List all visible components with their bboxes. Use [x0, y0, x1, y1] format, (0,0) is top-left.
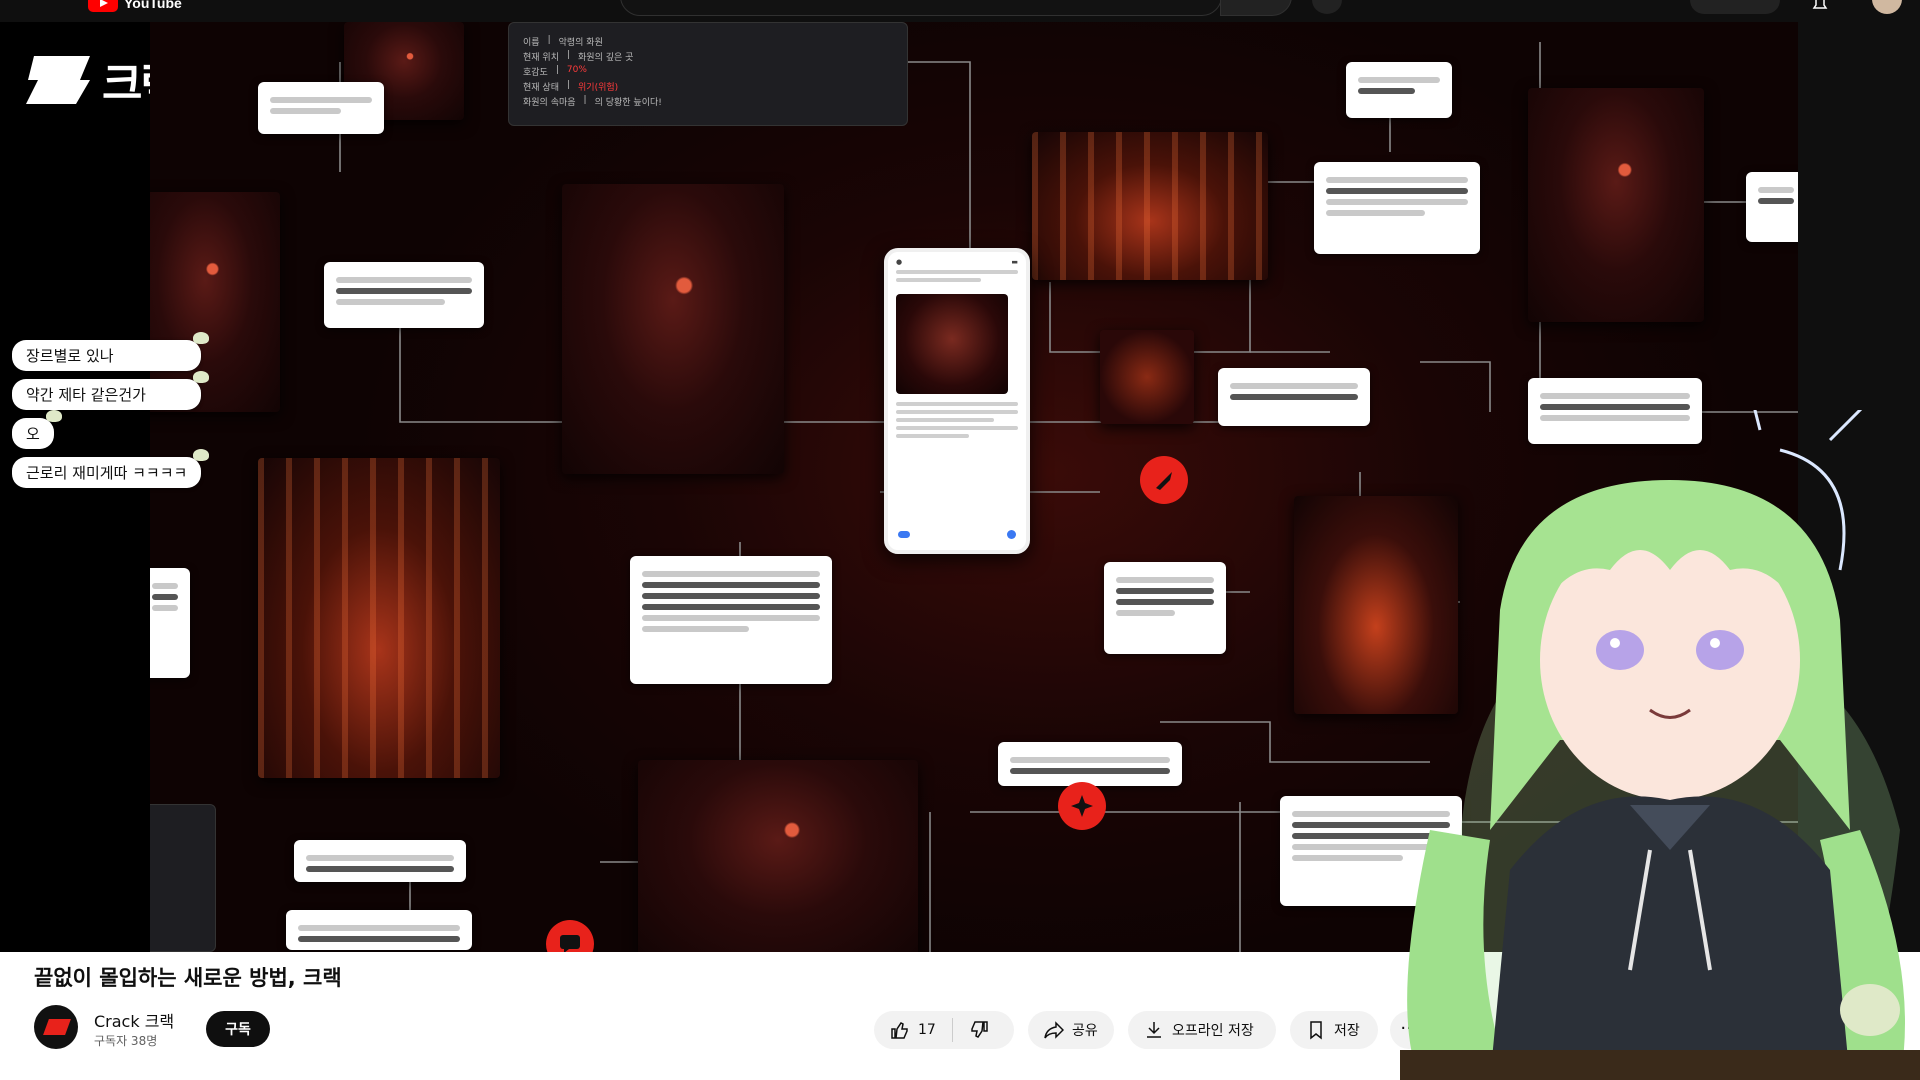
vtuber-avatar: [1400, 410, 1920, 1080]
artwork-sword: [1100, 330, 1194, 424]
frog-sticker-icon: [193, 371, 210, 383]
download-button[interactable]: 오프라인 저장: [1128, 1011, 1276, 1049]
create-button[interactable]: [1690, 0, 1780, 14]
dialogue-card: [150, 568, 190, 678]
chat-message: 근로리 재미게따 ㅋㅋㅋㅋ: [12, 449, 210, 488]
phone-chat-image: [896, 294, 1008, 394]
like-button[interactable]: 17: [874, 1011, 952, 1049]
youtube-logo-text: YouTube: [124, 0, 182, 11]
bookmark-icon: [1310, 1021, 1322, 1040]
phone-mockup: ● ▬: [884, 248, 1030, 554]
info-key: 이름: [523, 38, 540, 48]
frog-sticker-icon: [193, 449, 210, 461]
chat-message: 약간 제타 같은건가: [12, 371, 210, 410]
voice-search-button[interactable]: [1312, 0, 1342, 14]
video-title: 끝없이 몰입하는 새로운 방법, 크랙: [34, 966, 342, 990]
dialogue-card: [1218, 368, 1370, 426]
info-row: 화원의 속마음 | 의 당황한 늪이다!: [523, 95, 662, 108]
info-key: 현재 위치: [523, 53, 559, 63]
channel-name[interactable]: Crack 크랙: [94, 1008, 174, 1032]
info-key: 화원의 속마음: [523, 98, 576, 108]
artwork-demon: [638, 760, 918, 952]
save-label: 저장: [1334, 1023, 1360, 1039]
phone-status-bar: ● ▬: [896, 258, 1018, 266]
dialogue-card: [258, 82, 384, 134]
dislike-button[interactable]: [953, 1011, 1005, 1049]
dialogue-card: [294, 840, 466, 882]
artwork-demon: [1528, 88, 1704, 322]
phone-toggle: [898, 531, 910, 538]
thumbs-down-icon: [971, 1021, 988, 1038]
sword-node-icon: [1140, 456, 1188, 504]
search-input[interactable]: [620, 0, 1222, 16]
frog-sticker-icon: [45, 410, 62, 422]
youtube-logo[interactable]: YouTube: [88, 0, 182, 12]
artwork-cathedral: [1032, 132, 1268, 280]
subscribe-button[interactable]: 구독: [206, 1011, 270, 1047]
chat-message-text: 근로리 재미게따 ㅋㅋㅋㅋ: [26, 464, 188, 482]
dialogue-card: [324, 262, 484, 328]
share-button[interactable]: 공유: [1028, 1011, 1114, 1049]
dialogue-card: [1104, 562, 1226, 654]
youtube-play-icon: [88, 0, 118, 12]
sparkle-node-icon: [1058, 782, 1106, 830]
chat-overlay: 장르별로 있나 약간 제타 같은건가 오 근로리 재미게따 ㅋㅋㅋㅋ: [12, 332, 210, 488]
chat-message-text: 장르별로 있나: [26, 347, 114, 365]
download-label: 오프라인 저장: [1172, 1023, 1254, 1039]
info-value: 화원의 깊은 곳: [578, 53, 634, 63]
info-value: 위기(위험): [578, 83, 619, 93]
youtube-top-bar: YouTube: [0, 0, 1920, 22]
dialogue-card: [286, 910, 472, 950]
chat-message-text: 약간 제타 같은건가: [26, 386, 146, 404]
character-info-panel: 이름 | 악령의 화원 현재 위치 | 화원의 깊은 곳 호감도 | 70% 현재 상태 | 위…: [508, 22, 908, 126]
info-key: 호감도: [523, 68, 548, 78]
dark-note-panel: [150, 804, 216, 952]
info-row: 이름 | 악령의 화원: [523, 35, 603, 48]
share-icon: [1044, 1021, 1064, 1039]
chat-message-text: 오: [26, 425, 40, 443]
info-key: 현재 상태: [523, 83, 559, 93]
chat-message: 장르별로 있나: [12, 332, 210, 371]
subscriber-count: 구독자 38명: [94, 1034, 158, 1048]
frog-sticker-icon: [193, 332, 210, 344]
info-value: 의 당황한 늪이다!: [594, 98, 662, 108]
info-row: 현재 상태 | 위기(위험): [523, 80, 619, 93]
crack-logo-icon: [26, 56, 90, 104]
dialogue-card: [998, 742, 1182, 786]
artwork-throne-room: [258, 458, 500, 778]
channel-avatar[interactable]: [34, 1005, 78, 1049]
dialogue-card: [1314, 162, 1480, 254]
artwork-demon: [562, 184, 784, 474]
info-value: 70%: [566, 65, 587, 75]
search-button[interactable]: [1220, 0, 1292, 16]
dialogue-card: [1746, 172, 1798, 242]
phone-send-icon: [1007, 530, 1016, 539]
info-row: 호감도 | 70%: [523, 65, 587, 78]
share-label: 공유: [1072, 1023, 1098, 1039]
info-value: 악령의 화원: [558, 38, 603, 48]
info-row: 현재 위치 | 화원의 깊은 곳: [523, 50, 634, 63]
like-dislike-group: 17: [874, 1011, 1014, 1049]
save-button[interactable]: 저장: [1290, 1011, 1378, 1049]
like-count: 17: [918, 1022, 936, 1038]
download-icon: [1147, 1022, 1161, 1038]
notifications-icon[interactable]: [1810, 0, 1830, 10]
thumbs-up-icon: [891, 1022, 908, 1039]
dialogue-card: [1346, 62, 1452, 118]
chat-message: 오: [12, 410, 62, 449]
dialogue-card: [630, 556, 832, 684]
account-avatar[interactable]: [1872, 0, 1902, 14]
